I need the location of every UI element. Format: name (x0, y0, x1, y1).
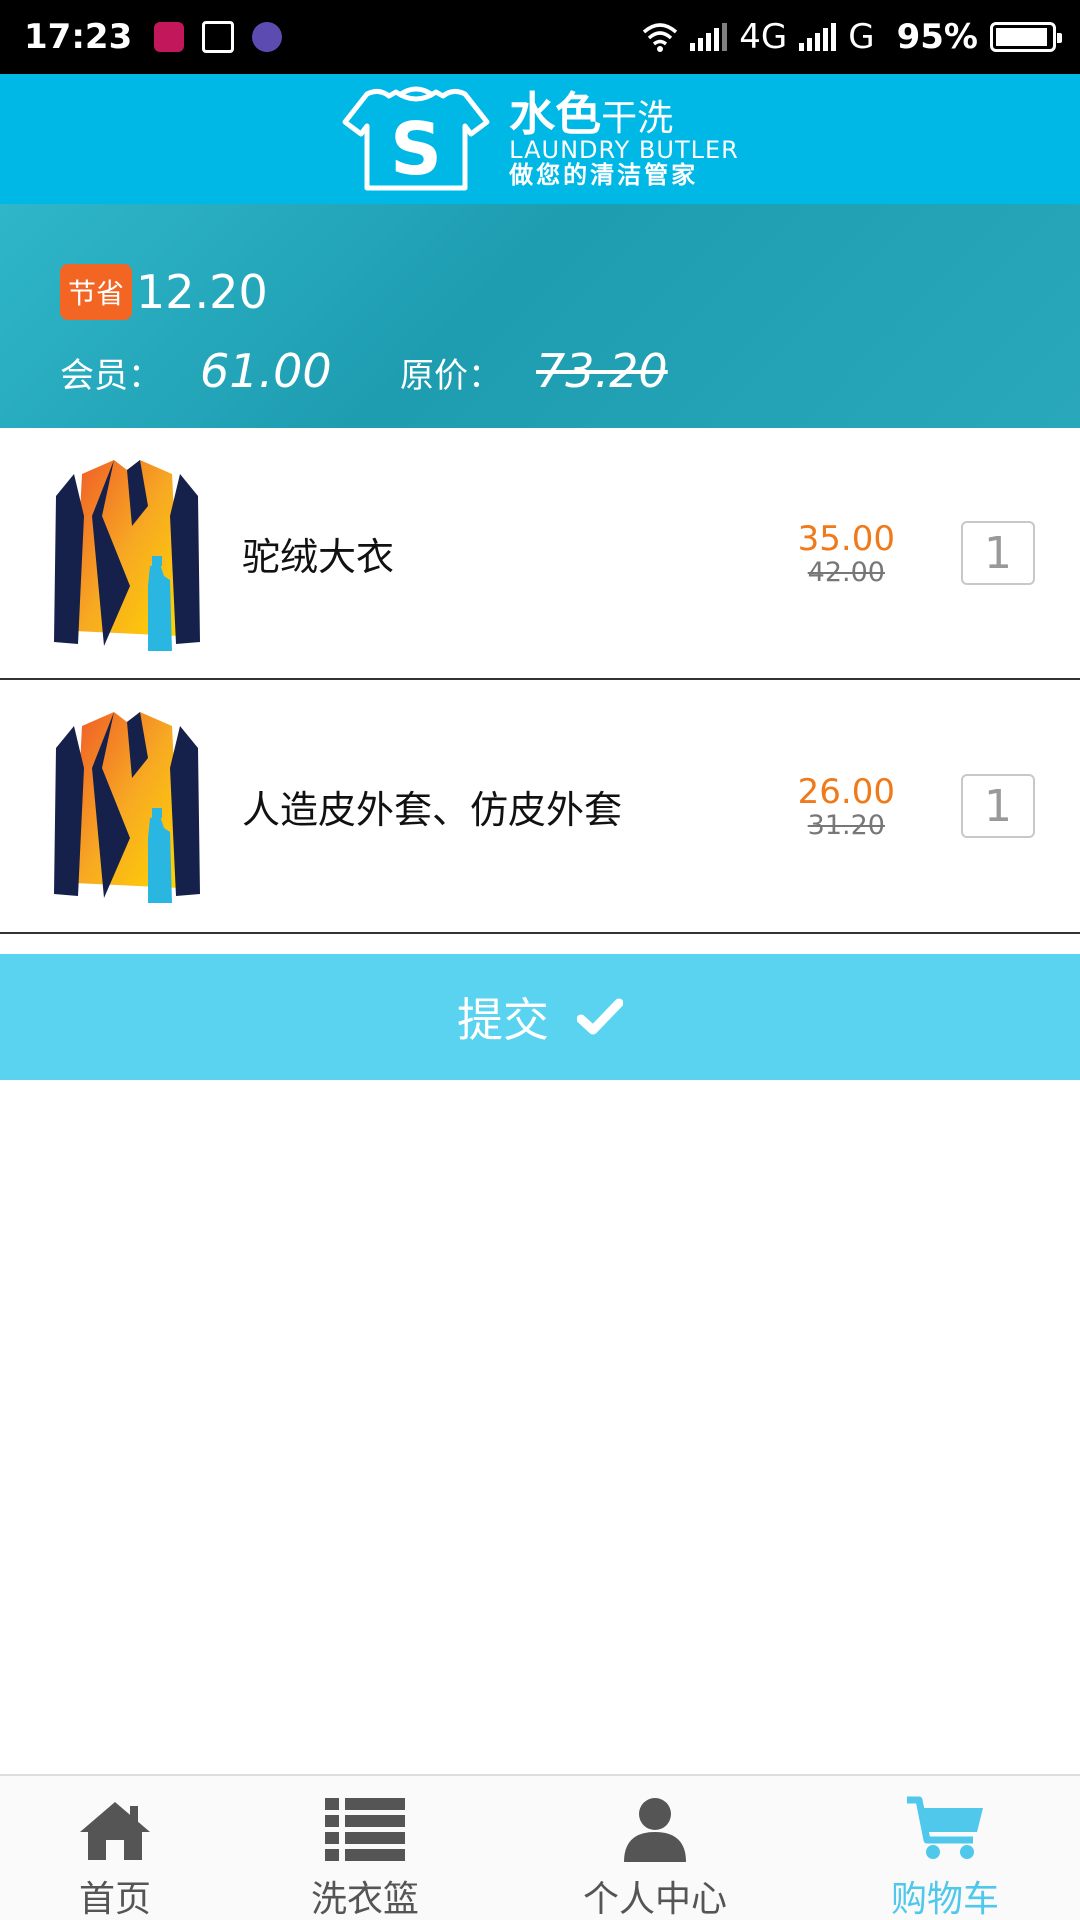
logo-letter: S (390, 107, 442, 191)
brand-cn: 水色 (509, 86, 602, 141)
network-type-2: G (848, 17, 875, 57)
status-time: 17:23 (24, 17, 133, 57)
member-price: 61.00 (200, 344, 332, 398)
network-type-1: 4G (739, 17, 788, 57)
tab-laundry-basket[interactable]: 洗衣篮 (290, 1776, 440, 1920)
item-prices: 26.00 31.20 (798, 772, 895, 841)
tab-home-label: 首页 (78, 1879, 151, 1920)
item-price: 35.00 (797, 518, 895, 559)
savings-amount: 12.20 (136, 265, 268, 319)
original-label: 原价： (400, 356, 502, 396)
quantity-field[interactable]: 1 (961, 521, 1035, 585)
app-header: S 水色干洗 LAUNDRY BUTLER 做您的清洁管家 (0, 74, 1080, 204)
item-original-price: 42.00 (807, 556, 885, 588)
item-prices: 35.00 42.00 (798, 519, 895, 588)
check-icon (577, 998, 623, 1035)
item-name: 驼绒大衣 (242, 534, 395, 579)
tab-cart[interactable]: 购物车 (870, 1776, 1020, 1920)
status-bar: 17:23 4G G 95% (0, 0, 1080, 74)
notification-app-icon (154, 22, 185, 52)
item-price: 26.00 (797, 771, 895, 812)
member-label: 会员： (60, 356, 162, 396)
tab-profile[interactable]: 个人中心 (560, 1776, 750, 1920)
submit-button[interactable]: 提交 (0, 954, 1080, 1080)
home-icon (80, 1802, 150, 1860)
brand-en: LAUNDRY BUTLER (509, 135, 739, 164)
app-root: 17:23 4G G 95% S 水色干洗 LAUNDRY BUTLER 做您的… (0, 0, 1080, 1920)
notification-circle-icon (252, 22, 283, 52)
signal-icon-2 (799, 23, 837, 51)
cart-item[interactable]: 驼绒大衣 35.00 42.00 1 (0, 428, 1080, 680)
item-original-price: 31.20 (807, 809, 885, 841)
wifi-icon (643, 23, 678, 52)
cart-icon (907, 1796, 983, 1859)
list-icon (325, 1798, 405, 1861)
quantity-field[interactable]: 1 (961, 774, 1035, 838)
submit-label: 提交 (457, 993, 549, 1047)
tab-profile-label: 个人中心 (582, 1879, 727, 1920)
shirt-logo-icon: S (342, 86, 490, 191)
signal-icon-1 (690, 23, 728, 51)
jacket-thumbnail-icon (54, 712, 200, 903)
user-icon (624, 1798, 686, 1862)
bottom-tab-bar: 首页 洗衣篮 个人中心 购物车 (0, 1774, 1080, 1920)
cart-item[interactable]: 人造皮外套、仿皮外套 26.00 31.20 1 (0, 680, 1080, 934)
battery-percent: 95% (896, 17, 978, 57)
logo-text: 水色干洗 LAUNDRY BUTLER 做您的清洁管家 (509, 90, 739, 189)
brand-name: 水色干洗 (509, 90, 739, 138)
cart-list: 驼绒大衣 35.00 42.00 1 人造皮外套、仿皮外套 26.00 31.2… (0, 428, 1080, 934)
price-summary: 节省 12.20 会员： 61.00 原价： 73.20 (0, 204, 1080, 428)
item-name: 人造皮外套、仿皮外套 (242, 787, 623, 832)
price-row: 会员： 61.00 原价： 73.20 (60, 344, 668, 398)
brand-slogan: 做您的清洁管家 (509, 161, 699, 190)
savings-badge: 节省 (60, 264, 133, 320)
tab-home[interactable]: 首页 (40, 1776, 190, 1920)
brand-cn-suffix: 干洗 (601, 97, 674, 139)
tab-cart-label: 购物车 (890, 1879, 999, 1920)
savings-row: 节省 12.20 (60, 264, 268, 320)
screenshot-icon (202, 21, 235, 53)
tab-laundry-basket-label: 洗衣篮 (310, 1879, 419, 1920)
status-right: 4G G 95% (642, 17, 1062, 57)
battery-icon (990, 22, 1062, 52)
original-price: 73.20 (536, 344, 668, 398)
jacket-thumbnail-icon (54, 460, 200, 651)
